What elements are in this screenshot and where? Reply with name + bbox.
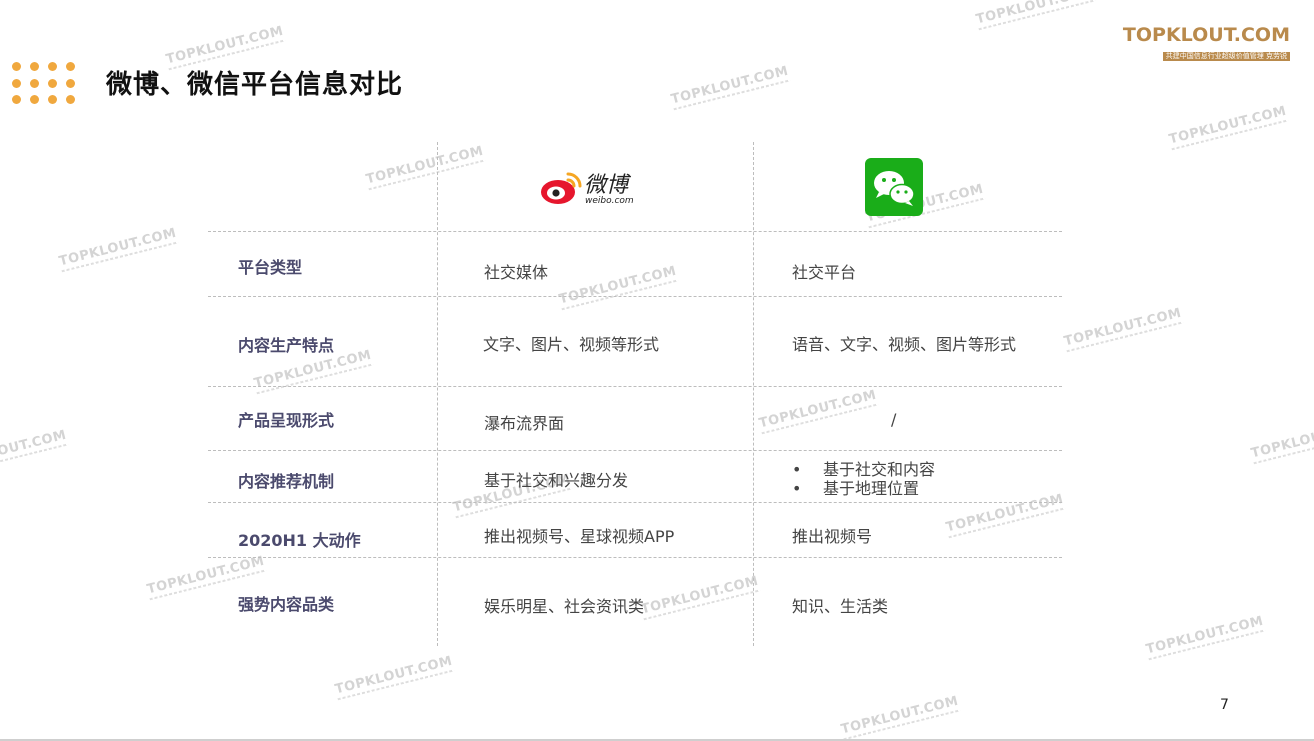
weibo-cell: 瀑布流界面 bbox=[484, 414, 565, 433]
svg-text:微博: 微博 bbox=[584, 173, 632, 198]
weibo-logo: 微博 weibo.com bbox=[538, 164, 648, 208]
row-divider bbox=[208, 231, 1062, 232]
weibo-cell: 文字、图片、视频等形式 bbox=[483, 335, 660, 354]
brand-tagline: 共建中国信息行业超级价值管理 克劳锐 bbox=[1162, 52, 1290, 61]
weibo-cell: 基于社交和兴趣分发 bbox=[484, 471, 629, 490]
wechat-cell: 社交平台 bbox=[792, 263, 857, 282]
watermark: TOPKLOUT.COM bbox=[1145, 614, 1266, 661]
svg-text:weibo.com: weibo.com bbox=[585, 196, 634, 206]
watermark: TOPKLOUT.COM bbox=[58, 226, 179, 273]
row-divider bbox=[208, 296, 1062, 297]
wechat-cell: 推出视频号 bbox=[792, 527, 873, 546]
row-label: 内容生产特点 bbox=[238, 336, 335, 355]
bullet-item: 基于社交和内容 bbox=[792, 460, 935, 479]
weibo-cell: 社交媒体 bbox=[484, 263, 549, 282]
watermark: TOPKLOUT.COM bbox=[0, 428, 69, 475]
bullet-item: 基于地理位置 bbox=[792, 479, 935, 498]
row-label: 2020H1 大动作 bbox=[238, 531, 361, 550]
wechat-bullet-list: 基于社交和内容 基于地理位置 bbox=[792, 460, 935, 498]
watermark: TOPKLOUT.COM bbox=[840, 694, 961, 741]
watermark: TOPKLOUT.COM bbox=[975, 0, 1096, 30]
row-divider bbox=[208, 557, 1062, 558]
column-divider bbox=[437, 142, 438, 646]
brand-name: TOPKLOUT.COM bbox=[1122, 24, 1290, 46]
watermark: TOPKLOUT.COM bbox=[670, 64, 791, 111]
wechat-logo bbox=[865, 158, 923, 216]
wechat-cell: 语音、文字、视频、图片等形式 bbox=[792, 335, 1017, 354]
brand-logo: TOPKLOUT.COM 共建中国信息行业超级价值管理 克劳锐 bbox=[1123, 26, 1290, 61]
wechat-cell: 知识、生活类 bbox=[792, 597, 889, 616]
row-label: 产品呈现形式 bbox=[238, 411, 335, 430]
wechat-cell: / bbox=[891, 410, 897, 429]
page-number: 7 bbox=[1220, 697, 1229, 713]
watermark: TOPKLOUT.COM bbox=[1063, 306, 1184, 353]
row-label: 平台类型 bbox=[238, 258, 303, 277]
weibo-cell: 娱乐明星、社会资讯类 bbox=[484, 597, 645, 616]
watermark: TOPKLOUT.COM bbox=[334, 654, 455, 701]
comparison-table: 微博 weibo.com 平台类型 社交媒体 社交平台 内容生产特点 文字、图片… bbox=[208, 142, 1068, 646]
column-divider bbox=[753, 142, 754, 646]
weibo-cell: 推出视频号、星球视频APP bbox=[484, 527, 675, 546]
row-divider bbox=[208, 386, 1062, 387]
row-label: 强势内容品类 bbox=[238, 595, 335, 614]
watermark: TOPKLOUT.COM bbox=[1250, 418, 1314, 465]
watermark: TOPKLOUT.COM bbox=[1168, 104, 1289, 151]
decorative-dots bbox=[10, 60, 80, 110]
page-title: 微博、微信平台信息对比 bbox=[106, 70, 404, 100]
row-divider bbox=[208, 450, 1062, 451]
row-divider bbox=[208, 502, 1062, 503]
row-label: 内容推荐机制 bbox=[238, 472, 335, 491]
